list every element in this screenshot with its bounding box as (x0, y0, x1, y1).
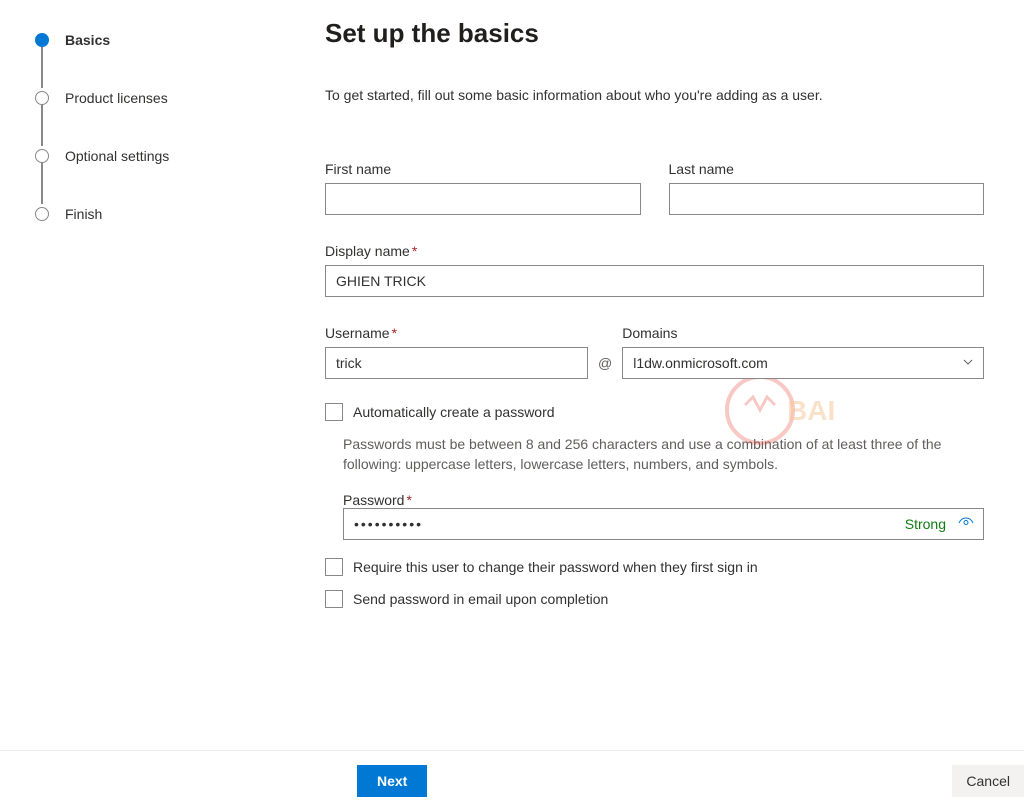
password-strength-label: Strong (905, 516, 946, 532)
eye-icon[interactable] (958, 515, 974, 534)
first-name-field-group: First name (325, 161, 641, 215)
password-field-group: Password* Strong (343, 492, 984, 540)
send-email-checkbox-row: Send password in email upon completion (325, 590, 984, 608)
step-connector (41, 162, 43, 204)
step-indicator-icon (35, 149, 49, 163)
username-field-group: Username* (325, 325, 588, 379)
wizard-sidebar: Basics Product licenses Optional setting… (0, 0, 275, 810)
required-marker: * (406, 492, 411, 508)
step-label: Basics (65, 32, 110, 48)
username-label: Username* (325, 325, 588, 341)
page-description: To get started, fill out some basic info… (325, 87, 984, 103)
auto-password-label[interactable]: Automatically create a password (353, 404, 555, 420)
required-marker: * (392, 325, 397, 341)
footer-bar: Next Cancel (0, 750, 1024, 810)
first-name-label: First name (325, 161, 641, 177)
username-input[interactable] (325, 347, 588, 379)
send-email-checkbox[interactable] (325, 590, 343, 608)
step-optional-settings[interactable]: Optional settings (35, 148, 255, 206)
step-indicator-icon (35, 91, 49, 105)
required-marker: * (412, 243, 417, 259)
send-email-label[interactable]: Send password in email upon completion (353, 591, 608, 607)
password-hint: Passwords must be between 8 and 256 char… (343, 435, 984, 474)
step-list: Basics Product licenses Optional setting… (35, 32, 255, 222)
last-name-field-group: Last name (669, 161, 985, 215)
page-title: Set up the basics (325, 18, 984, 49)
display-name-label: Display name* (325, 243, 984, 259)
last-name-label: Last name (669, 161, 985, 177)
require-change-label[interactable]: Require this user to change their passwo… (353, 559, 758, 575)
step-connector (41, 104, 43, 146)
step-label: Finish (65, 206, 102, 222)
step-product-licenses[interactable]: Product licenses (35, 90, 255, 148)
next-button[interactable]: Next (357, 765, 427, 797)
last-name-input[interactable] (669, 183, 985, 215)
step-finish[interactable]: Finish (35, 206, 255, 222)
first-name-input[interactable] (325, 183, 641, 215)
at-separator: @ (588, 347, 622, 379)
domains-label: Domains (622, 325, 984, 341)
password-label: Password* (343, 492, 412, 508)
auto-password-checkbox-row: Automatically create a password (325, 403, 984, 421)
password-input[interactable] (343, 508, 984, 540)
auto-password-checkbox[interactable] (325, 403, 343, 421)
main-content: BAI Set up the basics To get started, fi… (275, 0, 1024, 810)
step-label: Product licenses (65, 90, 168, 106)
display-name-input[interactable] (325, 265, 984, 297)
step-indicator-icon (35, 207, 49, 221)
require-change-checkbox[interactable] (325, 558, 343, 576)
cancel-button[interactable]: Cancel (952, 765, 1024, 797)
domains-select[interactable] (622, 347, 984, 379)
step-connector (41, 46, 43, 88)
step-basics[interactable]: Basics (35, 32, 255, 90)
domains-field-group: Domains (622, 325, 984, 379)
display-name-field-group: Display name* (325, 243, 984, 297)
step-label: Optional settings (65, 148, 169, 164)
require-change-checkbox-row: Require this user to change their passwo… (325, 558, 984, 576)
step-indicator-icon (35, 33, 49, 47)
